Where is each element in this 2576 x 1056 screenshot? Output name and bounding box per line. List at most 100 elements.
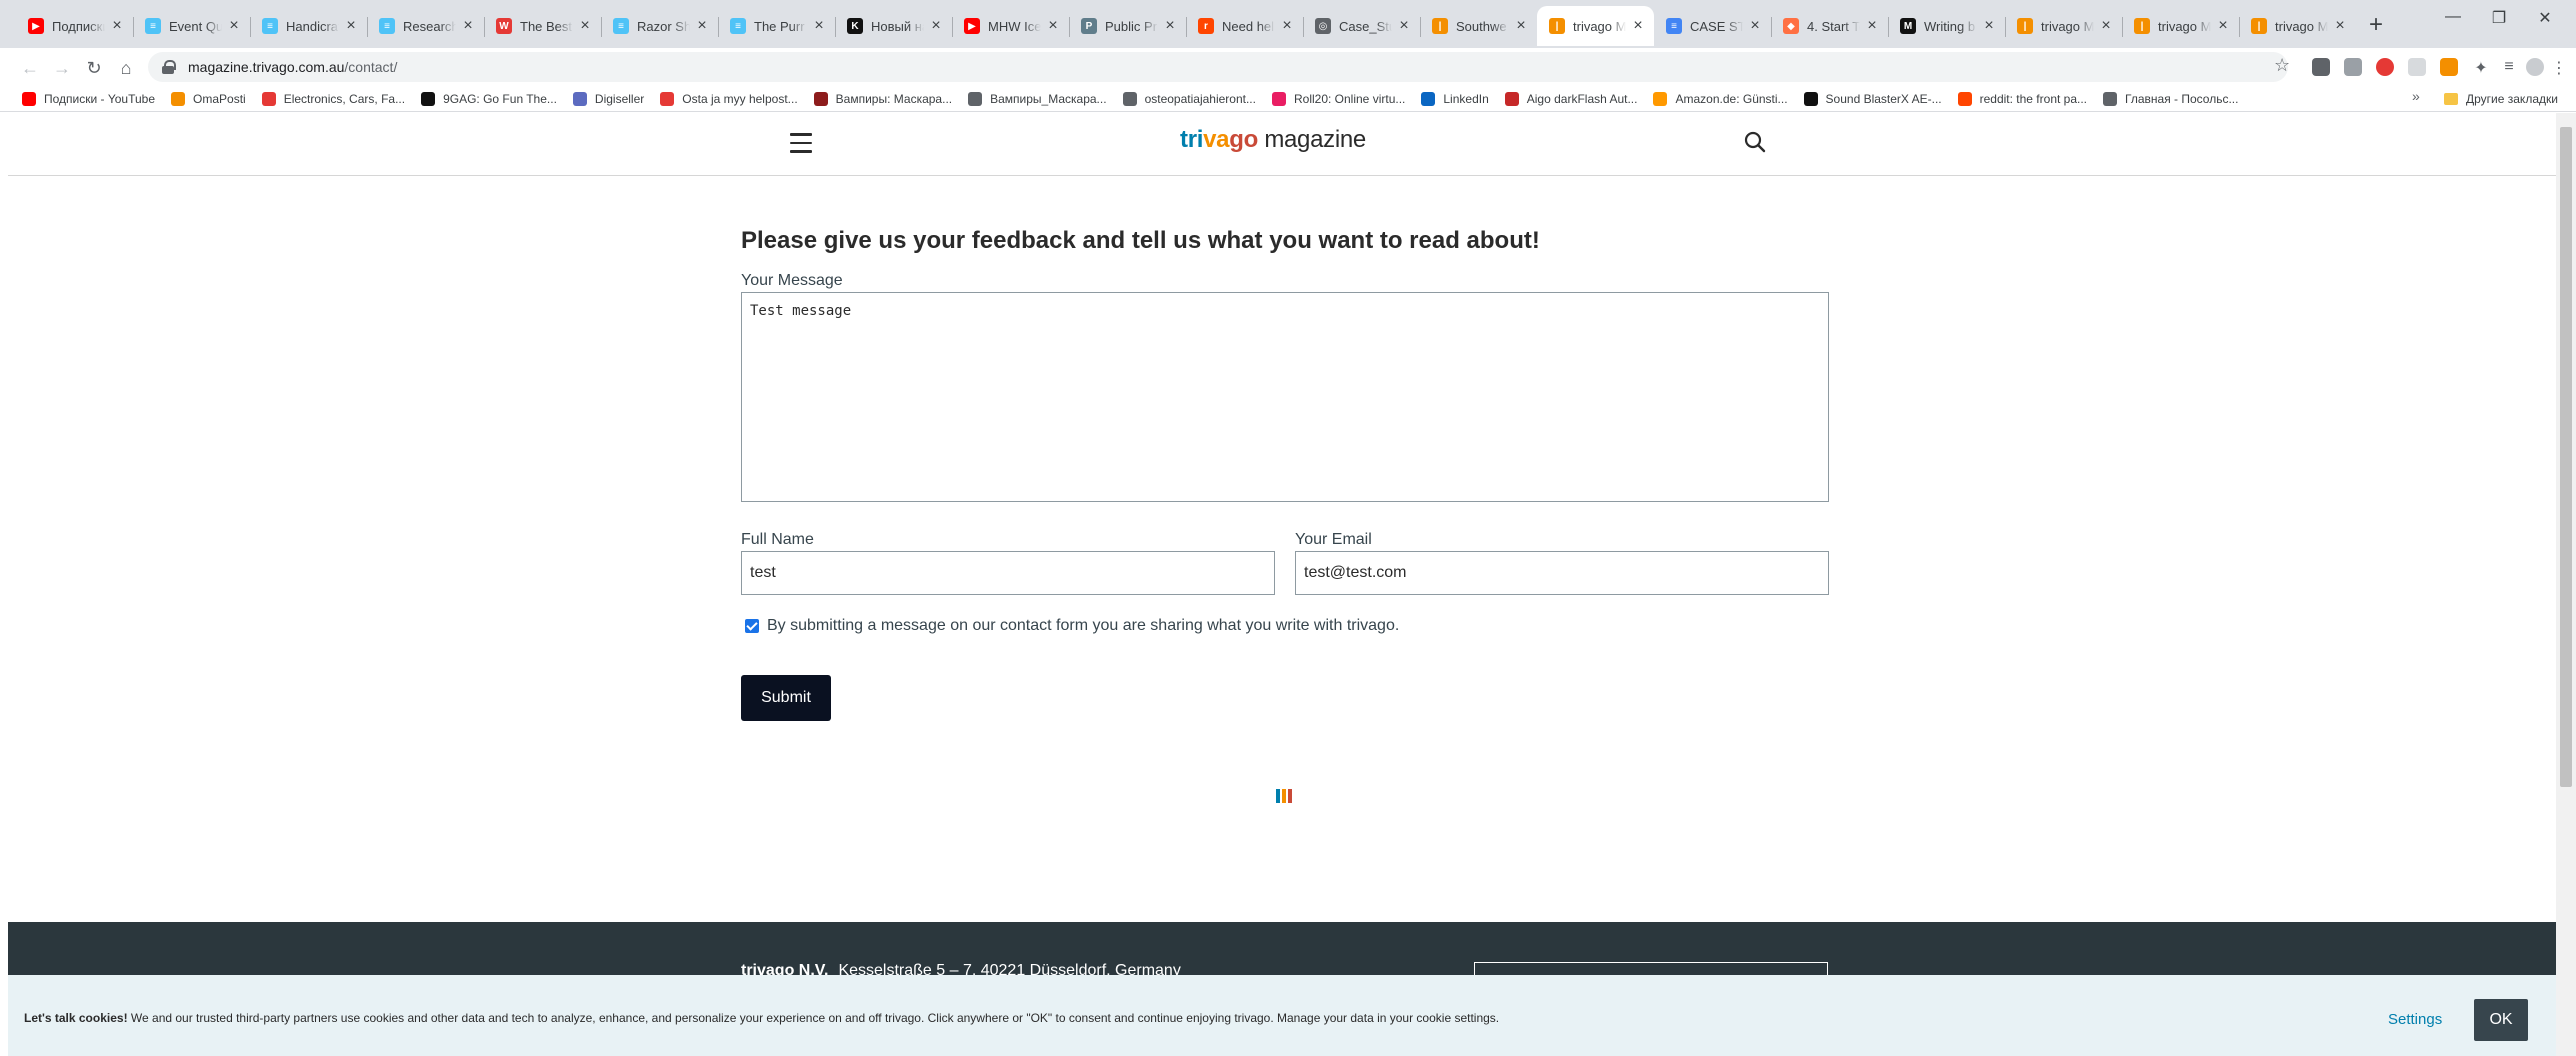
- tab-close-icon[interactable]: ×: [343, 18, 359, 34]
- bookmark-item[interactable]: osteopatiajahieront...: [1122, 91, 1256, 106]
- tab-close-icon[interactable]: ×: [1513, 18, 1529, 34]
- bookmark-item[interactable]: Roll20: Online virtu...: [1271, 91, 1405, 106]
- address-bar[interactable]: magazine.trivago.com.au/contact/: [148, 52, 2288, 82]
- tab-close-icon[interactable]: ×: [1162, 18, 1178, 34]
- reading-list-icon[interactable]: ≡: [2500, 58, 2518, 76]
- tab-favicon-icon: |: [1549, 18, 1565, 34]
- bookmark-item[interactable]: reddit: the front pa...: [1957, 91, 2087, 106]
- browser-tab[interactable]: P Public Pri ×: [1069, 8, 1186, 44]
- bookmark-favicon-icon: [421, 91, 436, 106]
- tab-close-icon[interactable]: ×: [928, 18, 944, 34]
- tab-close-icon[interactable]: ×: [2098, 18, 2114, 34]
- reload-icon[interactable]: ↻: [82, 56, 106, 80]
- bookmark-item[interactable]: OmaPosti: [171, 91, 246, 106]
- tab-close-icon[interactable]: ×: [1981, 18, 1997, 34]
- bookmark-item[interactable]: Osta ja myy helpost...: [660, 91, 798, 106]
- url-host: magazine.trivago.com.au: [188, 59, 345, 75]
- browser-tab[interactable]: W The Best ×: [484, 8, 601, 44]
- browser-tab[interactable]: ≡ Handicraf ×: [250, 8, 367, 44]
- browser-tab[interactable]: ◆ 4. Start Te×: [1771, 8, 1888, 44]
- email-input[interactable]: [1295, 551, 1829, 595]
- browser-tab[interactable]: ≡ CASE STU×: [1654, 8, 1771, 44]
- trivago-magazine-logo[interactable]: trivago magazine: [1180, 126, 1366, 154]
- forward-icon[interactable]: →: [50, 56, 74, 80]
- browser-tab[interactable]: ≡ Research ×: [367, 8, 484, 44]
- bookmark-item[interactable]: Подписки - YouTube: [22, 91, 155, 106]
- tab-close-icon[interactable]: ×: [1279, 18, 1295, 34]
- tab-title: Southwe: [1456, 18, 1507, 34]
- tab-close-icon[interactable]: ×: [1630, 18, 1646, 34]
- browser-tab[interactable]: | trivago M ×: [1537, 6, 1654, 46]
- bookmark-item[interactable]: Digiseller: [572, 91, 644, 106]
- close-window-icon[interactable]: ✕: [2522, 8, 2568, 40]
- tab-close-icon[interactable]: ×: [2215, 18, 2231, 34]
- bookmarks-overflow-icon[interactable]: »: [2412, 88, 2420, 104]
- tab-close-icon[interactable]: ×: [811, 18, 827, 34]
- home-icon[interactable]: ⌂: [114, 56, 138, 80]
- tab-close-icon[interactable]: ×: [1864, 18, 1880, 34]
- puzzle-icon[interactable]: ✦: [2472, 58, 2490, 77]
- new-tab-button[interactable]: +: [2362, 12, 2390, 40]
- bookmark-star-icon[interactable]: ☆: [2274, 55, 2290, 76]
- browser-tab[interactable]: | trivago M ×: [2122, 8, 2239, 44]
- tab-close-icon[interactable]: ×: [226, 18, 242, 34]
- tab-favicon-icon: |: [2017, 18, 2033, 34]
- tab-favicon-icon: ≡: [730, 18, 746, 34]
- browser-tab[interactable]: ≡ Event Qu ×: [133, 8, 250, 44]
- browser-tab[interactable]: M Writing b ×: [1888, 8, 2005, 44]
- bookmark-item[interactable]: Aigo darkFlash Aut...: [1504, 91, 1637, 106]
- profile-avatar[interactable]: [2526, 58, 2544, 76]
- minimize-icon[interactable]: —: [2430, 8, 2476, 40]
- tab-close-icon[interactable]: ×: [2332, 18, 2348, 34]
- restore-icon[interactable]: ❐: [2476, 8, 2522, 40]
- browser-tab[interactable]: | trivago M ×: [2005, 8, 2122, 44]
- tab-favicon-icon: M: [1900, 18, 1916, 34]
- cookie-banner[interactable]: Let's talk cookies! We and our trusted t…: [8, 975, 2556, 1056]
- bookmark-item[interactable]: 9GAG: Go Fun The...: [421, 91, 557, 106]
- browser-tab[interactable]: r Need hel ×: [1186, 8, 1303, 44]
- bookmark-item[interactable]: LinkedIn: [1421, 91, 1489, 106]
- tab-close-icon[interactable]: ×: [694, 18, 710, 34]
- tab-favicon-icon: W: [496, 18, 512, 34]
- tab-close-icon[interactable]: ×: [1747, 18, 1763, 34]
- submit-button[interactable]: Submit: [741, 675, 831, 721]
- bookmark-item[interactable]: Sound BlasterX AE-...: [1803, 91, 1942, 106]
- other-bookmarks[interactable]: Другие закладки: [2444, 86, 2558, 112]
- bookmark-item[interactable]: Вампиры: Маскара...: [813, 91, 952, 106]
- browser-tab[interactable]: ▶ Подписки ×: [16, 8, 133, 44]
- browser-tab[interactable]: | Southwe ×: [1420, 8, 1537, 44]
- bookmark-item[interactable]: Electronics, Cars, Fa...: [261, 91, 406, 106]
- cookie-ok-button[interactable]: OK: [2474, 999, 2528, 1041]
- search-icon[interactable]: [1744, 131, 1766, 153]
- bookmark-label: Electronics, Cars, Fa...: [283, 91, 406, 106]
- mail-extension-icon[interactable]: [2312, 58, 2330, 76]
- bookmark-item[interactable]: Главная - Посольс...: [2103, 91, 2238, 106]
- browser-tab[interactable]: ◎ Case_Stu ×: [1303, 8, 1420, 44]
- cookie-settings-link[interactable]: Settings: [2388, 1011, 2442, 1028]
- tab-close-icon[interactable]: ×: [109, 18, 125, 34]
- tab-close-icon[interactable]: ×: [460, 18, 476, 34]
- page-scrollbar[interactable]: [2556, 113, 2576, 1056]
- bookmark-item[interactable]: Amazon.de: Günsti...: [1653, 91, 1788, 106]
- hamburger-menu-icon[interactable]: [790, 133, 812, 153]
- rss-extension-icon[interactable]: [2440, 58, 2458, 76]
- opera-extension-icon[interactable]: [2376, 58, 2394, 76]
- browser-tab[interactable]: ≡ Razor Sha×: [601, 8, 718, 44]
- message-textarea[interactable]: Test message: [741, 292, 1829, 502]
- consent-checkbox[interactable]: [745, 619, 759, 633]
- browser-tab[interactable]: ▶ MHW Ice ×: [952, 8, 1069, 44]
- tab-close-icon[interactable]: ×: [1045, 18, 1061, 34]
- scrollbar-thumb[interactable]: [2560, 127, 2572, 787]
- bookmark-label: Sound BlasterX AE-...: [1825, 91, 1942, 106]
- full-name-input[interactable]: [741, 551, 1275, 595]
- extension-icon[interactable]: [2408, 58, 2426, 76]
- browser-tab[interactable]: | trivago M ×: [2239, 8, 2356, 44]
- browser-tab[interactable]: K Новый на ×: [835, 8, 952, 44]
- back-icon[interactable]: ←: [18, 56, 42, 80]
- browser-tab[interactable]: ≡ The Purr ×: [718, 8, 835, 44]
- menu-kebab-icon[interactable]: ⋮: [2550, 58, 2568, 77]
- extension-icon[interactable]: [2344, 58, 2362, 76]
- tab-close-icon[interactable]: ×: [1396, 18, 1412, 34]
- tab-close-icon[interactable]: ×: [577, 18, 593, 34]
- bookmark-item[interactable]: Вампиры_Маскара...: [968, 91, 1107, 106]
